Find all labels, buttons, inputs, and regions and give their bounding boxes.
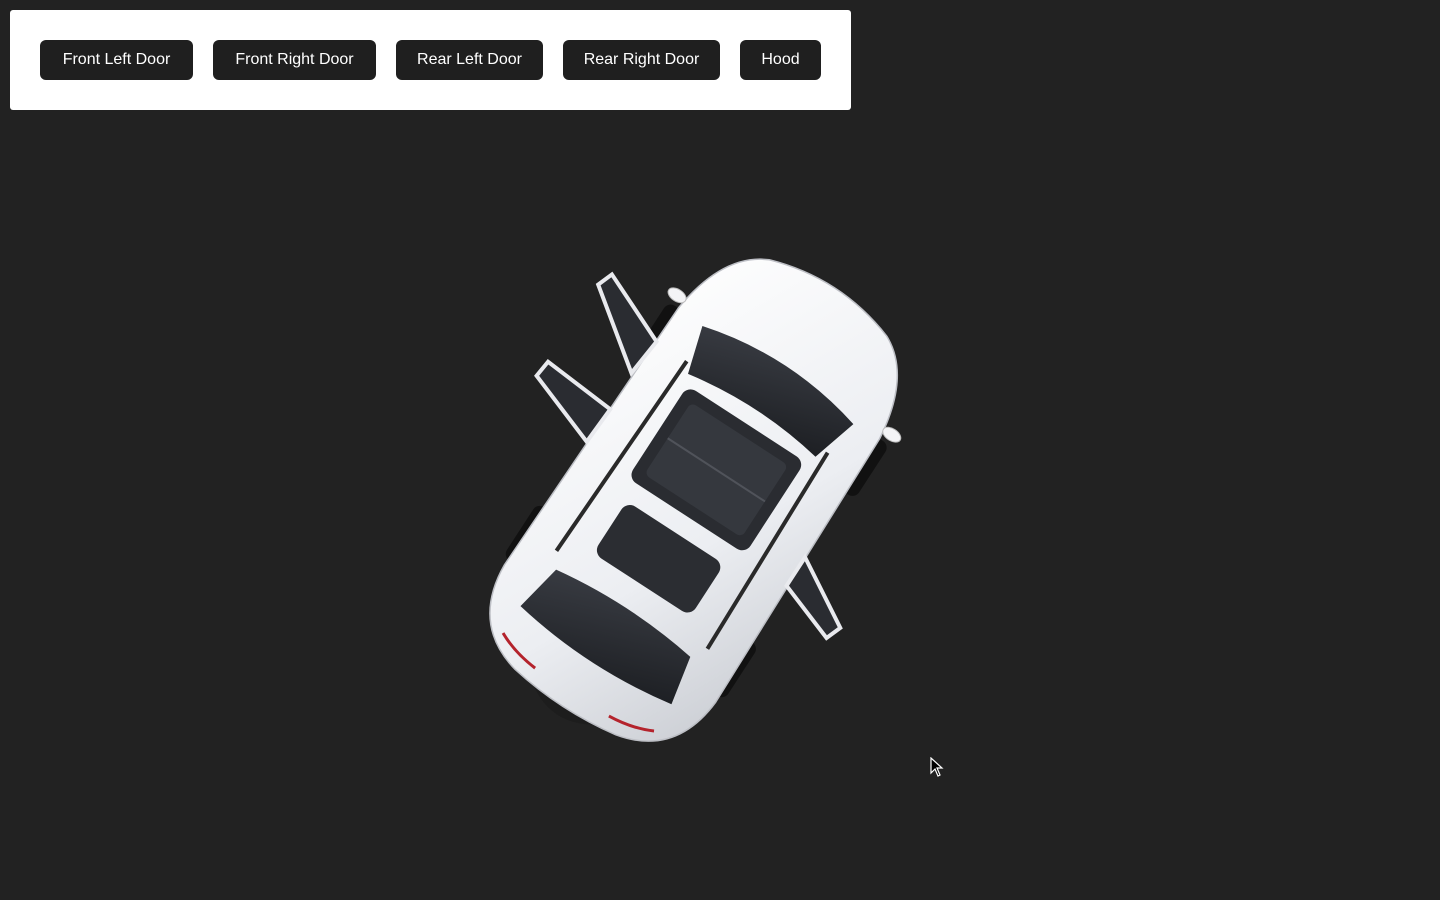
rear-right-door-button[interactable]: Rear Right Door bbox=[563, 40, 720, 80]
arrow-pointer-icon bbox=[930, 757, 944, 777]
front-right-door-button[interactable]: Front Right Door bbox=[213, 40, 376, 80]
car-model-render[interactable] bbox=[460, 240, 940, 750]
front-left-door-button[interactable]: Front Left Door bbox=[40, 40, 193, 80]
hood-button[interactable]: Hood bbox=[740, 40, 821, 80]
door-controls-panel: Front Left Door Front Right Door Rear Le… bbox=[10, 10, 851, 110]
rear-left-door-button[interactable]: Rear Left Door bbox=[396, 40, 543, 80]
3d-viewport[interactable]: Front Left Door Front Right Door Rear Le… bbox=[0, 0, 1440, 900]
